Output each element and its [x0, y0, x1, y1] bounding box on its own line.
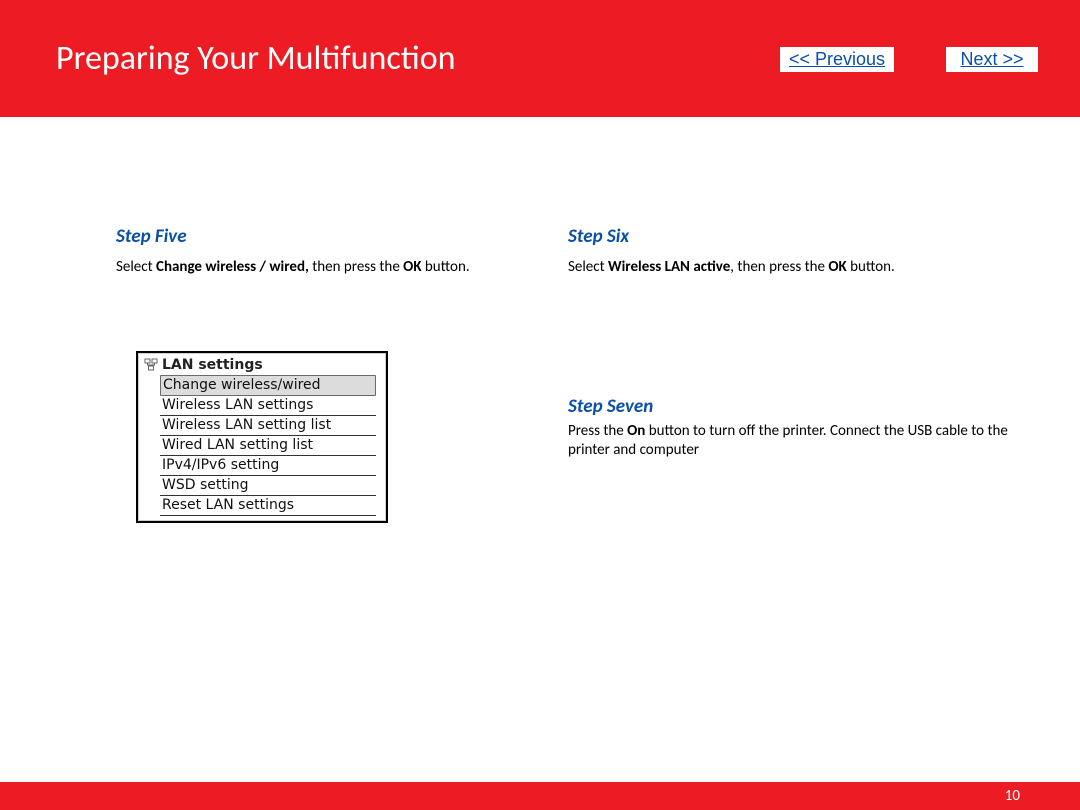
network-icon: [144, 358, 158, 372]
lan-item-wireless-settings[interactable]: Wireless LAN settings: [160, 396, 376, 416]
content: Step Five Select Change wireless / wired…: [0, 117, 1080, 523]
step-six-heading: Step Six: [568, 225, 1020, 248]
text: button.: [422, 258, 470, 276]
step-seven-text: Press the On button to turn off the prin…: [568, 422, 1020, 460]
lan-list: Change wireless/wired Wireless LAN setti…: [160, 375, 376, 516]
lan-item-wireless-setting-list[interactable]: Wireless LAN setting list: [160, 416, 376, 436]
previous-button[interactable]: << Previous: [780, 47, 894, 72]
lan-item-wsd[interactable]: WSD setting: [160, 476, 376, 496]
text: Select: [568, 258, 608, 276]
bold: On: [627, 422, 645, 440]
column-left: Step Five Select Change wireless / wired…: [116, 225, 568, 523]
column-right: Step Six Select Wireless LAN active, the…: [568, 225, 1020, 523]
lan-item-wired-setting-list[interactable]: Wired LAN setting list: [160, 436, 376, 456]
page-number: 10: [1005, 787, 1020, 805]
bold: OK: [403, 258, 421, 276]
text: then press the: [309, 258, 403, 276]
lan-settings-panel: LAN settings Change wireless/wired Wirel…: [136, 351, 388, 523]
next-button[interactable]: Next >>: [946, 47, 1038, 72]
footer: 10: [0, 782, 1080, 810]
header: Preparing Your Multifunction << Previous…: [0, 0, 1080, 117]
bold: OK: [828, 258, 846, 276]
step-seven: Step Seven Press the On button to turn o…: [568, 395, 1020, 460]
bold: Wireless LAN active: [608, 258, 730, 276]
step-six: Step Six Select Wireless LAN active, the…: [568, 225, 1020, 277]
text: Select: [116, 258, 156, 276]
step-five-text: Select Change wireless / wired, then pre…: [116, 258, 568, 277]
text: , then press the: [730, 258, 828, 276]
lan-item-reset[interactable]: Reset LAN settings: [160, 496, 376, 516]
step-six-text: Select Wireless LAN active, then press t…: [568, 258, 1020, 277]
lan-item-ipv4-ipv6[interactable]: IPv4/IPv6 setting: [160, 456, 376, 476]
bold: Change wireless / wired,: [156, 258, 309, 276]
lan-title-text: LAN settings: [162, 357, 263, 373]
lan-panel-title: LAN settings: [144, 357, 380, 375]
step-five: Step Five Select Change wireless / wired…: [116, 225, 568, 277]
text: Press the: [568, 422, 627, 440]
text: button.: [847, 258, 895, 276]
step-seven-heading: Step Seven: [568, 395, 1020, 418]
step-five-heading: Step Five: [116, 225, 568, 248]
nav-buttons: << Previous Next >>: [780, 47, 1038, 72]
lan-item-change-wireless-wired[interactable]: Change wireless/wired: [160, 375, 376, 396]
